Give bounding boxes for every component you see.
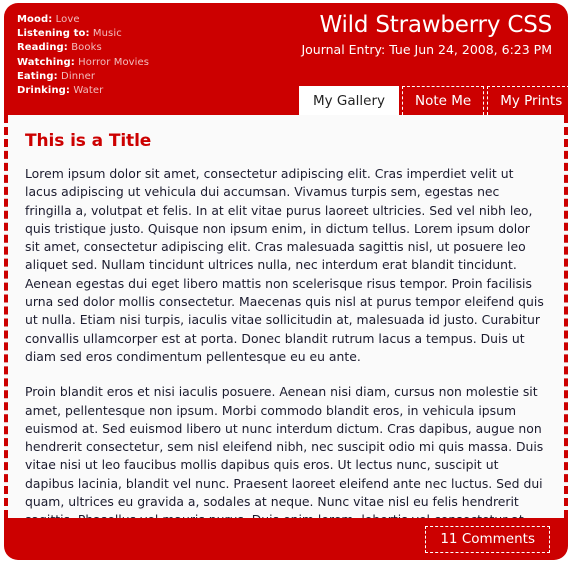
- mood-value: Dinner: [61, 70, 96, 82]
- mood-value: Love: [55, 14, 80, 25]
- tab-note-me[interactable]: Note Me: [402, 86, 485, 115]
- mood-label: Watching:: [17, 56, 75, 68]
- mood-value: Music: [92, 28, 122, 40]
- mood-value: Water: [73, 85, 104, 97]
- journal-header: Mood: Love Listening to: Music Reading: Bo…: [4, 3, 571, 115]
- mood-row: Eating: Dinner: [17, 70, 297, 84]
- mood-row: Watching: Horror Movies: [17, 56, 297, 70]
- entry-date: Journal Entry: Tue Jun 24, 2008, 6:23 PM: [301, 42, 552, 57]
- entry-paragraph: Proin blandit eros et nisi iaculis posue…: [25, 384, 544, 518]
- comments-button[interactable]: 11 Comments: [425, 526, 550, 553]
- entry-inner: This is a Title Lorem ipsum dolor sit am…: [8, 115, 564, 518]
- tab-my-prints[interactable]: My Prints: [487, 86, 571, 115]
- entry-body: Lorem ipsum dolor sit amet, consectetur …: [25, 165, 547, 518]
- entry-paragraph: Lorem ipsum dolor sit amet, consectetur …: [25, 166, 544, 364]
- journal-entry-widget: Mood: Love Listening to: Music Reading: Bo…: [0, 0, 571, 563]
- mood-row: Reading: Books: [17, 41, 297, 55]
- header-titles: Wild Strawberry CSS Journal Entry: Tue J…: [301, 11, 552, 58]
- mood-label: Eating:: [17, 70, 58, 82]
- tab-my-gallery[interactable]: My Gallery: [299, 86, 400, 115]
- entry-content-area: This is a Title Lorem ipsum dolor sit am…: [4, 115, 568, 518]
- mood-row: Mood: Love: [17, 13, 297, 27]
- tab-bar: My Gallery Note Me My Prints: [299, 86, 571, 115]
- mood-label: Drinking:: [17, 85, 71, 97]
- mood-label: Mood:: [17, 14, 53, 25]
- mood-label: Listening to:: [17, 28, 90, 40]
- mood-value: Books: [71, 42, 102, 54]
- mood-row: Drinking: Water: [17, 84, 297, 98]
- mood-value: Horror Movies: [78, 56, 150, 68]
- blog-title: Wild Strawberry CSS: [319, 12, 552, 38]
- mood-list: Mood: Love Listening to: Music Reading: Bo…: [17, 13, 297, 98]
- journal-footer: 11 Comments: [4, 518, 568, 560]
- mood-label: Reading:: [17, 42, 68, 54]
- mood-row: Listening to: Music: [17, 27, 297, 41]
- page-title: This is a Title: [25, 131, 152, 151]
